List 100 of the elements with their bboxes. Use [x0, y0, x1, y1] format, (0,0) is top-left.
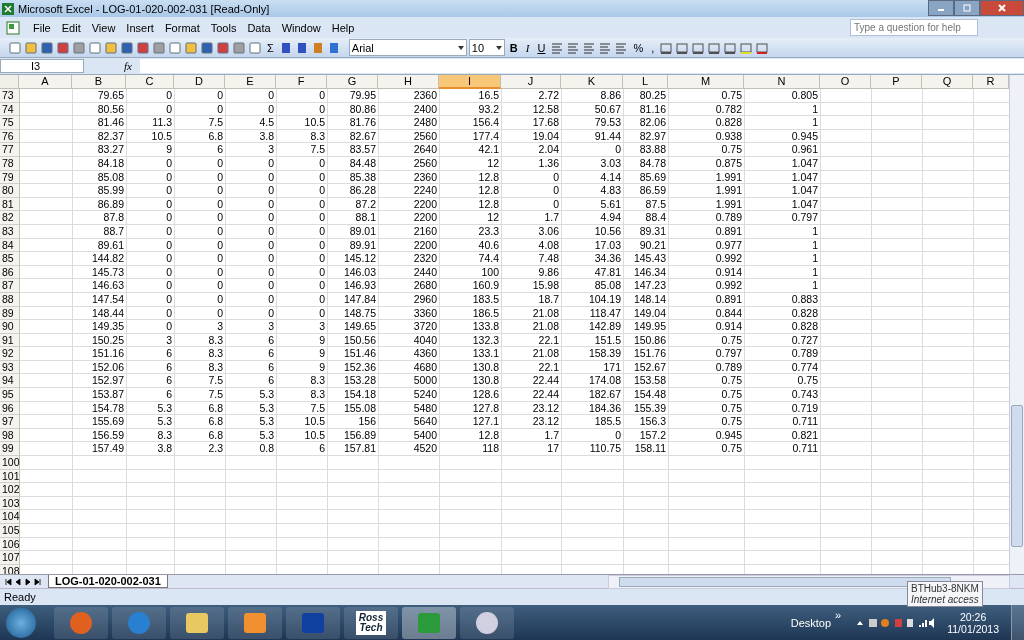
column-header[interactable]: D [174, 75, 225, 89]
row-header[interactable]: 94 [0, 374, 20, 389]
row-header[interactable]: 105 [0, 524, 20, 538]
row-header[interactable]: 77 [0, 143, 20, 157]
underline-button[interactable]: U [534, 41, 549, 54]
column-header[interactable]: L [623, 75, 668, 89]
row-header[interactable]: 85 [0, 252, 20, 266]
row-header[interactable]: 104 [0, 510, 20, 524]
show-desktop-button[interactable] [1011, 605, 1024, 640]
percent-button[interactable]: % [630, 41, 647, 54]
sheet-tab[interactable]: LOG-01-020-002-031 [48, 575, 168, 588]
table-cell [821, 333, 872, 348]
table-cell: 5480 [379, 401, 440, 416]
table-cell [872, 252, 923, 266]
table-cell: 80.56 [73, 102, 127, 117]
column-header[interactable]: K [561, 75, 623, 89]
align-right-icon[interactable] [582, 40, 597, 55]
menu-item[interactable]: Edit [57, 21, 85, 34]
table-cell: 83.27 [73, 143, 127, 157]
row-header[interactable]: 107 [0, 551, 20, 565]
table-cell: 85.69 [624, 170, 669, 185]
table-cell: 152.36 [328, 360, 379, 375]
column-header[interactable]: F [276, 75, 327, 89]
table-cell: 0 [127, 184, 175, 198]
table-cell [923, 483, 974, 497]
clock-time[interactable]: 20:26 [959, 610, 987, 623]
minimize-button[interactable] [928, 0, 954, 16]
column-header[interactable]: M [668, 75, 744, 89]
table-cell: 17 [502, 442, 562, 457]
align-left-icon[interactable] [550, 40, 565, 55]
column-header[interactable]: R [973, 75, 1009, 89]
name-box[interactable]: I3 [0, 59, 84, 73]
taskbar-app-button[interactable]: Ross Tech [344, 606, 398, 639]
column-header[interactable]: A [19, 75, 72, 89]
row-header[interactable]: 75 [0, 116, 20, 130]
table-cell [872, 510, 923, 524]
row-header[interactable]: 97 [0, 415, 20, 429]
row-header[interactable]: 95 [0, 388, 20, 402]
maximize-button[interactable] [954, 0, 980, 16]
font-size-dropdown[interactable]: 10 [468, 39, 505, 56]
table-cell [502, 537, 562, 552]
table-cell [20, 116, 73, 130]
row-header[interactable]: 90 [0, 320, 20, 334]
table-cell [923, 279, 974, 293]
autosum-button[interactable]: Σ [264, 41, 277, 54]
menu-item[interactable]: View [87, 21, 120, 34]
row-header[interactable]: 73 [0, 89, 20, 103]
table-cell [624, 483, 669, 497]
vertical-scrollbar[interactable] [1009, 75, 1024, 574]
column-header[interactable]: E [225, 75, 276, 89]
workbook-icon[interactable] [6, 20, 20, 35]
table-cell [226, 510, 277, 524]
formula-input[interactable] [139, 59, 1024, 73]
sheet-navigation-icon[interactable] [4, 576, 44, 587]
row-header[interactable]: 100 [0, 456, 20, 470]
menu-item[interactable]: Data [243, 21, 275, 34]
table-cell: 0 [175, 211, 226, 225]
table-cell [821, 211, 872, 225]
menu-item[interactable]: File [29, 21, 55, 34]
fill-color-icon[interactable] [739, 40, 754, 55]
row-header[interactable]: 102 [0, 483, 20, 497]
column-header[interactable]: H [378, 75, 439, 89]
table-cell: 10.5 [277, 415, 328, 429]
font-color-icon[interactable] [755, 40, 770, 55]
table-cell [821, 442, 872, 457]
italic-button[interactable]: I [522, 41, 533, 54]
toolbar-chevron[interactable]: » [835, 609, 842, 621]
row-header[interactable]: 99 [0, 442, 20, 457]
table-cell: 6.8 [175, 428, 226, 443]
column-header[interactable]: N [744, 75, 820, 89]
bold-button[interactable]: B [506, 41, 521, 54]
menu-item[interactable]: Tools [206, 21, 241, 34]
align-center-icon[interactable] [566, 40, 581, 55]
start-button[interactable] [6, 607, 36, 638]
desktop-toolbar-label[interactable]: Desktop [790, 616, 832, 629]
column-header[interactable]: C [126, 75, 174, 89]
column-header[interactable]: P [871, 75, 922, 89]
clock-date[interactable]: 11/01/2013 [947, 622, 999, 635]
menu-item[interactable]: Format [160, 21, 204, 34]
table-cell: 7.5 [277, 401, 328, 416]
table-cell: 0.75 [669, 388, 745, 402]
font-dropdown[interactable]: Arial [348, 39, 467, 56]
menu-item[interactable]: Window [277, 21, 325, 34]
menu-item[interactable]: Help [327, 21, 359, 34]
row-header[interactable]: 82 [0, 211, 20, 225]
column-header[interactable]: I [439, 75, 501, 89]
column-header[interactable]: Q [922, 75, 973, 89]
column-header[interactable]: G [327, 75, 378, 89]
table-cell: 2640 [379, 143, 440, 157]
help-search-field[interactable]: Type a question for help [850, 19, 978, 36]
menu-item[interactable]: Insert [122, 21, 158, 34]
close-button[interactable] [980, 0, 1024, 16]
row-header[interactable]: 87 [0, 279, 20, 293]
column-header[interactable]: O [820, 75, 871, 89]
row-header[interactable]: 92 [0, 347, 20, 361]
table-cell: 2200 [379, 238, 440, 253]
row-header[interactable]: 80 [0, 184, 20, 198]
column-header[interactable]: J [501, 75, 561, 89]
column-header[interactable]: B [72, 75, 126, 89]
comma-button[interactable]: , [648, 41, 658, 54]
